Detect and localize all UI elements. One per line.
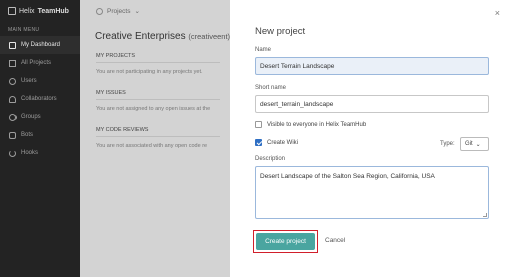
org-name: Creative Enterprises [95,31,186,42]
sidebar-item-hooks[interactable]: Hooks [0,144,80,162]
brand-name-plain: Helix [19,7,35,15]
sidebar-item-groups[interactable]: Groups [0,108,80,126]
sidebar-item-label: Hooks [21,150,39,156]
modal-title: New project [255,26,306,37]
create-project-button[interactable]: Create project [256,233,315,250]
sidebar-item-label: My Dashboard [21,42,61,48]
helix-logo-icon [8,7,16,15]
sidebar-item-label: Collaborators [21,96,57,102]
close-icon[interactable]: × [495,8,500,18]
section-message: You are not assigned to any open issues … [96,106,211,112]
sidebar-item-all-projects[interactable]: All Projects [0,54,80,72]
brand-name-bold: TeamHub [37,7,69,15]
sidebar-item-users[interactable]: Users [0,72,80,90]
chevron-down-icon: ⌄ [475,141,481,148]
visible-checkbox[interactable] [255,121,262,128]
description-value: Desert Landscape of the Salton Sea Regio… [260,173,435,180]
sidebar-item-bots[interactable]: Bots [0,126,80,144]
sidebar-item-my-dashboard[interactable]: My Dashboard [0,36,80,54]
hook-icon [9,149,16,157]
projects-dropdown-label: Projects [107,7,131,15]
sidebar-item-label: All Projects [21,60,52,66]
new-project-modal: × New project Name Desert Terrain Landsc… [230,0,512,277]
sidebar-item-label: Users [21,78,37,84]
sidebar-item-label: Groups [21,114,41,120]
dashboard-main: Projects ⌄ Creative Enterprises (creativ… [80,0,230,277]
section-title: MY ISSUES [96,87,220,100]
main-menu-title: MAIN MENU [8,27,40,33]
create-wiki-checkbox-row[interactable]: Create Wiki [255,139,298,146]
projects-menu-icon [96,7,103,15]
visible-label: Visible to everyone in Helix TeamHub [267,121,367,128]
collaborators-icon [9,95,16,103]
my-projects-section: MY PROJECTS You are not participating in… [96,50,220,79]
name-input[interactable]: Desert Terrain Landscape [255,57,489,75]
resize-handle-icon[interactable] [483,213,487,217]
org-handle: (creativeent) [188,32,230,41]
my-code-reviews-section: MY CODE REVIEWS You are not associated w… [96,124,220,153]
sidebar-item-collaborators[interactable]: Collaborators [0,90,80,108]
chevron-down-icon: ⌄ [134,8,140,15]
sidebar: Helix TeamHub MAIN MENU My Dashboard All … [0,0,80,277]
brand[interactable]: Helix TeamHub [0,0,80,22]
section-title: MY CODE REVIEWS [96,124,220,137]
projects-icon [9,59,16,67]
my-issues-section: MY ISSUES You are not assigned to any op… [96,87,220,116]
projects-dropdown[interactable]: Projects ⌄ [80,0,230,22]
type-select[interactable]: Git ⌄ [460,137,489,151]
home-icon [9,41,16,49]
org-title: Creative Enterprises (creativeent) [80,22,230,42]
visible-checkbox-row[interactable]: Visible to everyone in Helix TeamHub [255,121,366,128]
bot-icon [9,131,16,139]
type-value: Git [465,141,473,147]
type-label: Type: [440,141,455,147]
create-wiki-label: Create Wiki [267,139,299,146]
short-name-input[interactable]: desert_terrain_landscape [255,95,489,113]
user-icon [9,77,16,85]
section-title: MY PROJECTS [96,50,220,63]
cancel-button[interactable]: Cancel [325,237,345,244]
name-label: Name [255,47,272,53]
description-label: Description [255,156,286,162]
description-textarea[interactable]: Desert Landscape of the Salton Sea Regio… [255,166,489,219]
section-message: You are not associated with any open cod… [96,143,208,149]
groups-icon [9,113,16,121]
sidebar-item-label: Bots [21,132,34,138]
short-name-label: Short name [255,85,287,91]
create-wiki-checkbox[interactable] [255,139,262,146]
section-message: You are not participating in any project… [96,69,203,75]
